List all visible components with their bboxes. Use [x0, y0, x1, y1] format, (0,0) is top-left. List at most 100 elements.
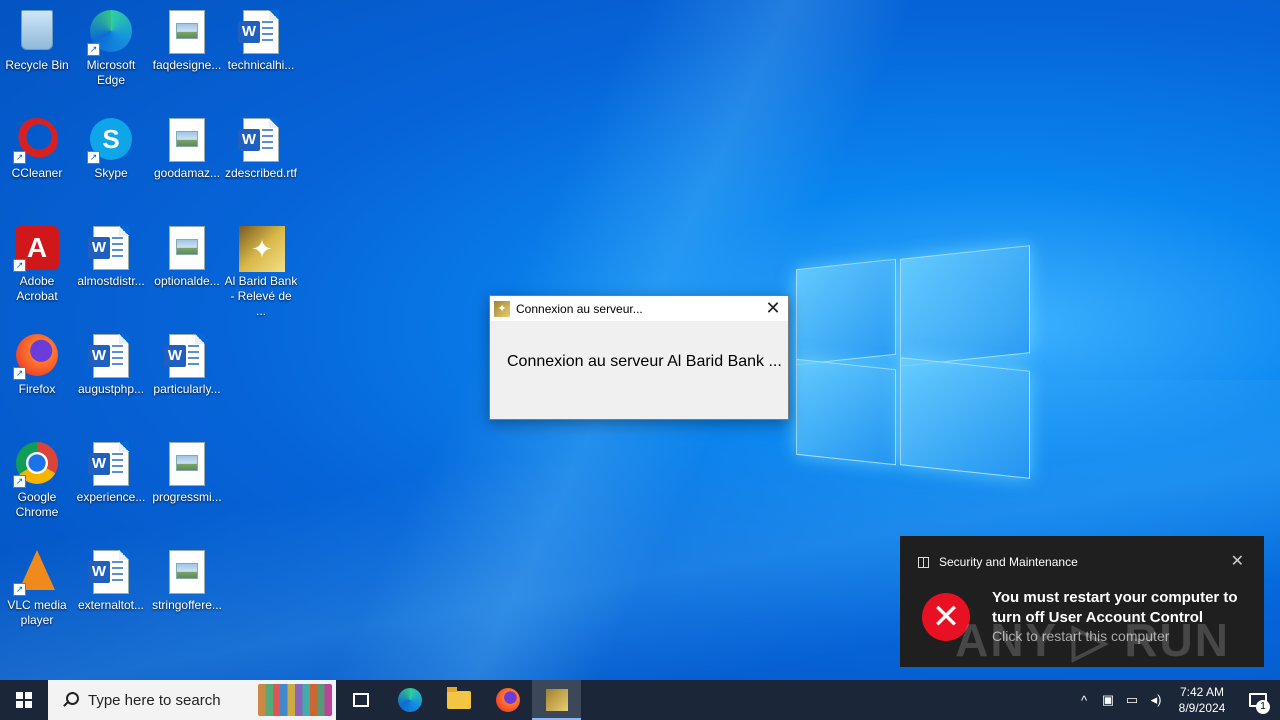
windows-wallpaper-logo: [796, 242, 1030, 480]
chrome-icon: ↗: [13, 442, 59, 488]
taskbar-search-box[interactable]: Type here to search: [48, 680, 336, 720]
desktop-icon-vlc[interactable]: ↗ VLC media player: [0, 546, 74, 628]
taskbar: Type here to search ^ ▣ ▭ ◂) 7:42 AM 8/9…: [0, 680, 1280, 720]
edge-icon: [397, 688, 422, 712]
start-button[interactable]: [0, 680, 48, 720]
edge-icon: ↗: [87, 10, 133, 56]
desktop-icon-label: Al Barid Bank - Relevé de ...: [224, 274, 298, 318]
system-tray: ^ ▣ ▭ ◂) 7:42 AM 8/9/2024 1: [1072, 680, 1280, 720]
desktop-icon-stringoffere[interactable]: stringoffere...: [150, 546, 224, 613]
desktop-icon-optionalde[interactable]: optionalde...: [150, 222, 224, 289]
desktop-icon-label: Google Chrome: [15, 490, 59, 519]
shortcut-arrow-icon: ↗: [13, 151, 26, 164]
shortcut-arrow-icon: ↗: [13, 367, 26, 380]
word-document-icon: W: [88, 226, 133, 270]
taskbar-clock[interactable]: 7:42 AM 8/9/2024: [1168, 684, 1236, 716]
tray-chevron-up-icon[interactable]: ^: [1072, 693, 1096, 708]
acrobat-icon: A ↗: [13, 226, 59, 272]
taskbar-firefox-button[interactable]: [483, 680, 532, 720]
clock-date: 8/9/2024: [1178, 701, 1226, 715]
windows-start-icon: [16, 692, 32, 708]
desktop-icon-label: Recycle Bin: [5, 58, 69, 72]
desktop-icon-experience[interactable]: W experience...: [74, 438, 148, 505]
dialog-title-bar[interactable]: ✦ Connexion au serveur... ✕: [490, 296, 788, 321]
search-highlight-books-icon: [258, 684, 332, 716]
skype-icon: S ↗: [87, 118, 133, 164]
task-view-button[interactable]: [336, 680, 385, 720]
desktop-icon-label: augustphp...: [77, 382, 145, 396]
task-view-icon: [352, 693, 369, 707]
dialog-close-button[interactable]: ✕: [758, 296, 788, 321]
desktop-icon-augustphp[interactable]: W augustphp...: [74, 330, 148, 397]
desktop-icon-label: goodamaz...: [153, 166, 221, 180]
shortcut-arrow-icon: ↗: [87, 151, 100, 164]
toast-source: Security and Maintenance: [939, 555, 1078, 569]
word-document-icon: W: [164, 334, 209, 378]
desktop-icon-recycle-bin[interactable]: Recycle Bin: [0, 6, 74, 73]
desktop-icon-label: Skype: [94, 166, 128, 180]
desktop-icon-goodamaz[interactable]: goodamaz...: [150, 114, 224, 181]
firefox-icon: ↗: [13, 334, 59, 380]
desktop-icon-al-barid-bank[interactable]: ✦ Al Barid Bank - Relevé de ...: [224, 222, 298, 319]
desktop-icon-label: almostdistr...: [77, 274, 145, 288]
desktop-icon-externaltot[interactable]: W externaltot...: [74, 546, 148, 613]
desktop-icon-label: optionalde...: [154, 274, 220, 288]
toast-notification[interactable]: Security and Maintenance ✕ ✕ You must re…: [900, 536, 1264, 667]
desktop-icon-label: VLC media player: [7, 598, 67, 627]
network-icon[interactable]: ▭: [1120, 692, 1144, 708]
image-file-icon: [165, 118, 209, 162]
taskbar-al-barid-bank-button[interactable]: [532, 680, 581, 720]
security-flag-icon: [918, 556, 929, 568]
desktop-icon-zdescribed[interactable]: W zdescribed.rtf: [224, 114, 298, 181]
image-file-icon: [165, 550, 209, 594]
shortcut-arrow-icon: ↗: [13, 475, 26, 488]
desktop-icon-progressmi[interactable]: progressmi...: [150, 438, 224, 505]
volume-icon[interactable]: ◂): [1144, 692, 1168, 708]
desktop-icon-label: experience...: [76, 490, 146, 504]
desktop-icon-faqdesigne[interactable]: faqdesigne...: [150, 6, 224, 73]
anyrun-watermark: ANY ▷ RUN: [955, 614, 1230, 666]
desktop-icon-almostdistr[interactable]: W almostdistr...: [74, 222, 148, 289]
desktop-icon-edge[interactable]: ↗ Microsoft Edge: [74, 6, 148, 88]
word-document-icon: W: [88, 334, 133, 378]
word-document-icon: W: [238, 10, 283, 54]
search-placeholder: Type here to search: [88, 691, 221, 709]
desktop-icon-label: CCleaner: [11, 166, 63, 180]
desktop-icon-label: Firefox: [18, 382, 56, 396]
ccleaner-icon: ↗: [13, 118, 59, 164]
shortcut-arrow-icon: ↗: [87, 43, 100, 56]
desktop-icon-ccleaner[interactable]: ↗ CCleaner: [0, 114, 74, 181]
search-icon: [62, 692, 79, 708]
taskbar-edge-button[interactable]: [385, 680, 434, 720]
image-file-icon: [165, 442, 209, 486]
vlc-icon: ↗: [13, 550, 59, 596]
desktop-icon-label: Adobe Acrobat: [16, 274, 58, 303]
toast-header: Security and Maintenance: [918, 555, 1078, 569]
desktop-icon-google-chrome[interactable]: ↗ Google Chrome: [0, 438, 74, 520]
toast-close-button[interactable]: ✕: [1231, 551, 1244, 571]
tray-app-icon[interactable]: ▣: [1096, 692, 1120, 708]
al-barid-bank-icon: [545, 689, 568, 711]
dialog-message: Connexion au serveur Al Barid Bank ...: [507, 353, 782, 370]
recycle-bin-icon: [15, 10, 59, 54]
shortcut-arrow-icon: ↗: [13, 259, 26, 272]
clock-time: 7:42 AM: [1179, 685, 1225, 699]
word-document-icon: W: [238, 118, 283, 162]
action-center-button[interactable]: 1: [1236, 680, 1280, 720]
desktop-icon-label: faqdesigne...: [152, 58, 222, 72]
word-document-icon: W: [88, 550, 133, 594]
desktop-icon-label: stringoffere...: [152, 598, 222, 612]
desktop-icon-firefox[interactable]: ↗ Firefox: [0, 330, 74, 397]
desktop-icon-particularly[interactable]: W particularly...: [150, 330, 224, 397]
word-document-icon: W: [88, 442, 133, 486]
desktop-icon-skype[interactable]: S ↗ Skype: [74, 114, 148, 181]
image-file-icon: [165, 226, 209, 270]
desktop-icon-technicalhi[interactable]: W technicalhi...: [224, 6, 298, 73]
desktop-icon-adobe-acrobat[interactable]: A ↗ Adobe Acrobat: [0, 222, 74, 304]
shortcut-arrow-icon: ↗: [13, 583, 26, 596]
folder-icon: [446, 687, 471, 709]
connection-dialog: ✦ Connexion au serveur... ✕ Connexion au…: [489, 295, 789, 420]
desktop-icon-label: progressmi...: [152, 490, 222, 504]
desktop-icon-label: externaltot...: [77, 598, 145, 612]
taskbar-file-explorer-button[interactable]: [434, 680, 483, 720]
